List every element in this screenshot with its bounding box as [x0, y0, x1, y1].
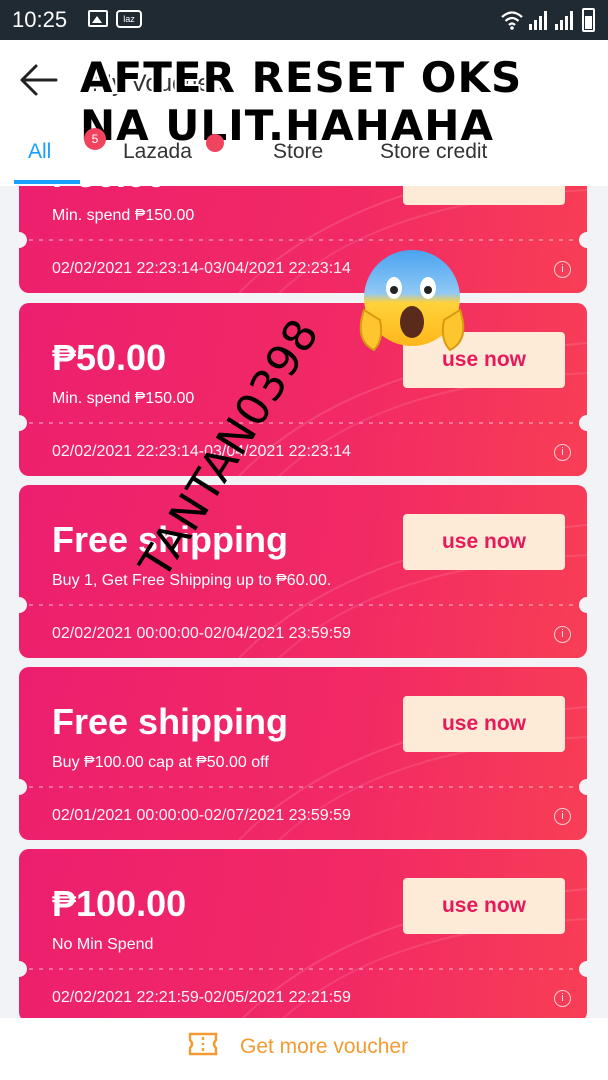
use-now-button[interactable]: use now — [403, 878, 565, 934]
info-icon[interactable]: i — [554, 444, 571, 461]
voucher-card: ₱50.00 Min. spend ₱150.00 02/02/2021 22:… — [19, 186, 587, 293]
get-more-voucher-link[interactable]: Get more voucher — [240, 1035, 408, 1059]
tab-store-credit[interactable]: Store credit — [380, 140, 487, 164]
voucher-condition: Buy 1, Get Free Shipping up to ₱60.00. — [52, 572, 332, 589]
use-now-button[interactable]: use now — [403, 696, 565, 752]
lazada-tab-dot — [206, 134, 224, 152]
info-icon[interactable]: i — [554, 261, 571, 278]
info-icon[interactable]: i — [554, 990, 571, 1007]
tab-store[interactable]: Store — [273, 140, 323, 164]
card-perforation — [19, 422, 587, 424]
header: My Vouchers AFTER RESET OKS NA ULIT.HAHA… — [0, 40, 608, 186]
voucher-condition: Min. spend ₱150.00 — [52, 207, 195, 224]
ticket-icon — [188, 1032, 218, 1056]
use-now-button[interactable]: use now — [403, 186, 565, 205]
active-tab-underline — [14, 180, 80, 184]
tab-lazada[interactable]: Lazada — [123, 140, 192, 164]
fearful-face-emoji-sticker — [359, 250, 465, 352]
tab-all[interactable]: All 5 — [28, 128, 106, 164]
lazada-notification-icon: laz — [116, 10, 142, 28]
voucher-amount: Free shipping — [52, 701, 289, 742]
back-arrow-icon[interactable] — [18, 62, 60, 98]
card-perforation — [19, 968, 587, 970]
voucher-validity: 02/01/2021 00:00:00-02/07/2021 23:59:59 — [52, 807, 351, 824]
card-perforation — [19, 604, 587, 606]
gallery-icon — [88, 10, 108, 27]
info-icon[interactable]: i — [554, 626, 571, 643]
voucher-validity: 02/02/2021 22:23:14-03/04/2021 22:23:14 — [52, 260, 351, 277]
wifi-icon — [501, 11, 523, 30]
signal-icon-sim2 — [555, 11, 573, 30]
screen: 10:25 laz My Vouchers AFTER RESET OKS NA… — [0, 0, 608, 1080]
voucher-card: Free shipping Buy ₱100.00 cap at ₱50.00 … — [19, 667, 587, 840]
voucher-validity: 02/02/2021 22:21:59-02/05/2021 22:21:59 — [52, 989, 351, 1006]
signal-icon — [529, 11, 547, 30]
voucher-amount: ₱50.00 — [52, 337, 167, 378]
card-perforation — [19, 239, 587, 241]
voucher-tabs: All 5 Lazada Store Store credit — [0, 128, 608, 186]
notification-badge: 5 — [84, 128, 106, 150]
voucher-list[interactable]: ₱50.00 Min. spend ₱150.00 02/02/2021 22:… — [0, 186, 608, 1018]
status-bar: 10:25 laz — [0, 0, 608, 40]
voucher-validity: 02/02/2021 00:00:00-02/04/2021 23:59:59 — [52, 625, 351, 642]
battery-icon — [582, 8, 595, 32]
voucher-amount: ₱100.00 — [52, 883, 187, 924]
status-time: 10:25 — [12, 7, 68, 32]
voucher-condition: No Min Spend — [52, 936, 154, 953]
voucher-amount: ₱50.00 — [52, 186, 166, 196]
get-more-voucher-bar[interactable]: Get more voucher — [0, 1018, 608, 1080]
info-icon[interactable]: i — [554, 808, 571, 825]
voucher-condition: Buy ₱100.00 cap at ₱50.00 off — [52, 754, 269, 771]
voucher-card: Free shipping Buy 1, Get Free Shipping u… — [19, 485, 587, 658]
tab-all-label: All — [28, 140, 52, 163]
voucher-card: ₱100.00 No Min Spend 02/02/2021 22:21:59… — [19, 849, 587, 1018]
card-perforation — [19, 786, 587, 788]
use-now-button[interactable]: use now — [403, 514, 565, 570]
voucher-condition: Min. spend ₱150.00 — [52, 390, 195, 407]
overlay-caption-line-1: AFTER RESET OKS — [80, 53, 523, 102]
